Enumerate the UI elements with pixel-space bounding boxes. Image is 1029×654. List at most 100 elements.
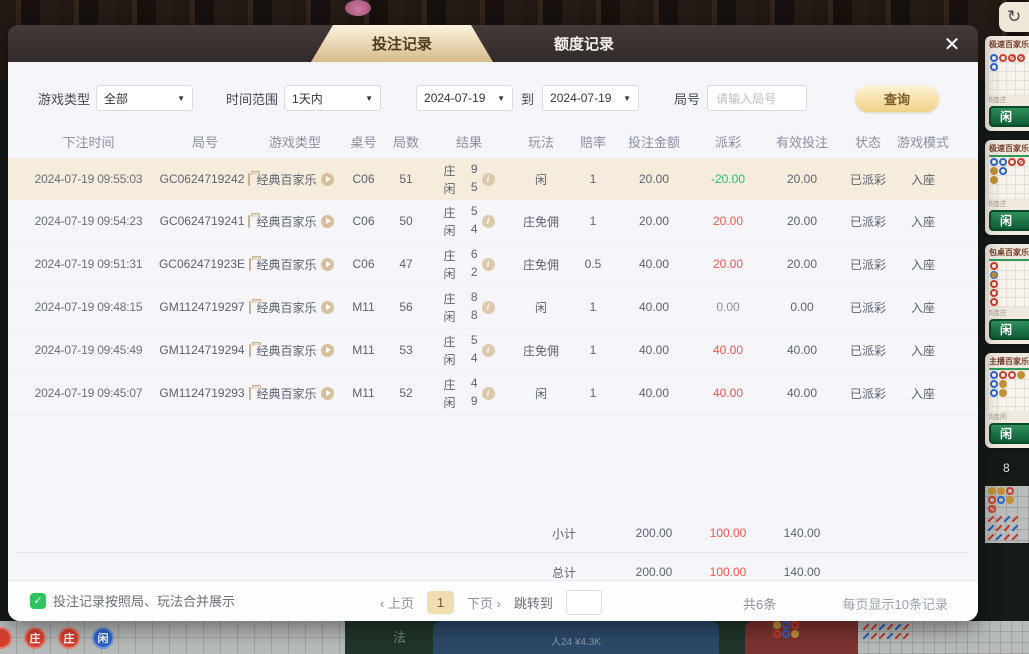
date-to-select[interactable]: 2024-07-19 ▼	[542, 85, 639, 111]
info-icon[interactable]: i	[482, 173, 495, 186]
cell-round-no: 52	[386, 386, 426, 400]
table-row[interactable]: 2024-07-19 09:45:49 GM1124719294 经典百家乐 M…	[8, 329, 978, 372]
tab-quota-records[interactable]: 额度记录	[493, 25, 675, 62]
col-header: 游戏类型	[249, 132, 341, 151]
copy-icon[interactable]	[249, 344, 251, 357]
page-size-label: 每页显示10条记录	[843, 594, 948, 613]
result-banker-value: 6	[471, 247, 478, 264]
checkbox-checked-icon[interactable]: ✓	[30, 593, 46, 609]
game-card-title: 主播百家乐	[989, 356, 1029, 367]
date-from-select[interactable]: 2024-07-19 ▼	[416, 85, 513, 111]
search-button[interactable]: 查询	[855, 85, 939, 112]
bead	[999, 54, 1007, 62]
cell-valid-bet: 20.00	[764, 214, 840, 228]
info-icon[interactable]: i	[482, 215, 495, 228]
prev-page-button[interactable]: ‹ 上页	[380, 593, 414, 612]
cell-result: 庄5 闲4	[444, 333, 478, 368]
table-row[interactable]: 2024-07-19 09:51:31 GC062471923E 经典百家乐 C…	[8, 243, 978, 286]
subtotal-label: 小计	[512, 525, 616, 542]
time-range-value: 1天内	[292, 90, 323, 107]
cropped-label: 法	[393, 627, 406, 646]
table-row[interactable]: 2024-07-19 09:54:23 GC0624719241 经典百家乐 C…	[8, 200, 978, 243]
jump-page-input[interactable]	[566, 590, 602, 615]
scoreboard-cluster	[772, 621, 836, 654]
table-row[interactable]: 2024-07-19 09:45:07 GM1124719293 经典百家乐 M…	[8, 372, 978, 415]
cell-payout: 20.00	[692, 257, 764, 271]
play-icon[interactable]	[321, 258, 334, 271]
info-icon[interactable]: i	[482, 344, 495, 357]
game-card[interactable]: 极速百家乐 6连庄 闲	[985, 140, 1029, 235]
info-icon[interactable]: i	[482, 301, 495, 314]
cell-play-type: 庄免佣	[512, 213, 570, 230]
play-icon[interactable]	[321, 387, 334, 400]
bead	[990, 167, 998, 175]
close-icon[interactable]: ✕	[938, 30, 966, 58]
cell-play-type: 闲	[512, 385, 570, 402]
cell-table-no: C06	[341, 214, 386, 228]
player-bet-button[interactable]: 闲	[989, 423, 1029, 444]
bead-road	[989, 54, 1029, 94]
next-page-button[interactable]: 下页 ›	[467, 593, 501, 612]
bead	[988, 505, 996, 513]
road-mark	[886, 632, 893, 639]
result-banker-value: 9	[471, 162, 478, 179]
bead	[990, 271, 998, 279]
road-mark	[1003, 524, 1010, 531]
player-bet-button[interactable]: 闲	[989, 319, 1029, 340]
cell-game-type: 经典百家乐	[256, 299, 316, 316]
bead	[990, 158, 998, 166]
play-icon[interactable]	[321, 344, 334, 357]
banker-chip: 庄	[58, 627, 80, 649]
bead	[997, 487, 1005, 495]
player-bet-button[interactable]: 闲	[989, 210, 1029, 231]
play-icon[interactable]	[321, 301, 334, 314]
cell-play-type: 闲	[512, 171, 570, 188]
round-input[interactable]: 请输入局号	[707, 85, 807, 111]
tab-bet-records[interactable]: 投注记录	[311, 25, 493, 62]
game-card[interactable]: 极速百家乐 6连庄 闲	[985, 36, 1029, 131]
result-player-value: 9	[471, 394, 478, 411]
cell-status: 已派彩	[840, 213, 896, 230]
game-type-select[interactable]: 全部 ▼	[96, 85, 193, 111]
play-icon[interactable]	[321, 173, 334, 186]
info-icon[interactable]: i	[482, 258, 495, 271]
total-count-label: 共6条	[743, 594, 776, 613]
current-page[interactable]: 1	[427, 591, 454, 614]
road-mark	[862, 632, 869, 639]
info-icon[interactable]: i	[482, 387, 495, 400]
road-mark	[894, 632, 901, 639]
game-card[interactable]: 主播百家乐 5连闲 闲	[985, 353, 1029, 448]
chevron-down-icon: ▼	[497, 94, 505, 103]
cell-bet-time: 2024-07-19 09:45:49	[16, 343, 161, 357]
sidebar-cards: 极速百家乐 6连庄 闲 极速百家乐 6连庄 闲 包桌百家乐 5连庄 闲 主播百家…	[985, 36, 1029, 543]
cell-result: 庄4 闲9	[444, 376, 478, 411]
cell-game-type: 经典百家乐	[256, 342, 316, 359]
result-player-value: 5	[471, 180, 478, 197]
copy-icon[interactable]	[249, 301, 251, 314]
result-banker-label: 庄	[444, 290, 456, 307]
col-header: 有效投注	[764, 132, 840, 151]
cell-play-type: 闲	[512, 299, 570, 316]
card-divider	[989, 368, 1029, 370]
merge-checkbox-group[interactable]: ✓ 投注记录按照局、玩法合并展示	[30, 591, 235, 610]
bead	[773, 621, 781, 629]
copy-icon[interactable]	[249, 258, 251, 271]
game-card[interactable]: 包桌百家乐 5连庄 闲	[985, 244, 1029, 344]
road-mark	[1003, 533, 1010, 540]
player-bet-zone[interactable]: 人24 ¥4.3K	[433, 621, 719, 654]
time-range-select[interactable]: 1天内 ▼	[284, 85, 381, 111]
table-row[interactable]: 2024-07-19 09:48:15 GM1124719297 经典百家乐 M…	[8, 286, 978, 329]
player-bet-button[interactable]: 闲	[989, 106, 1029, 127]
close-glyph: ✕	[944, 32, 961, 57]
total-payout: 100.00	[692, 565, 764, 579]
cell-bet-amount: 40.00	[616, 257, 692, 271]
bead	[990, 298, 998, 306]
play-icon[interactable]	[321, 215, 334, 228]
copy-icon[interactable]	[249, 387, 251, 400]
streak-label: 5连闲	[989, 412, 1029, 422]
table-row[interactable]: 2024-07-19 09:55:03 GC0624719242 经典百家乐 C…	[8, 158, 978, 200]
refresh-button[interactable]: ↻	[999, 2, 1029, 32]
subtotal-bet: 200.00	[616, 526, 692, 540]
cell-valid-bet: 0.00	[764, 300, 840, 314]
game-type-value: 全部	[104, 90, 128, 107]
